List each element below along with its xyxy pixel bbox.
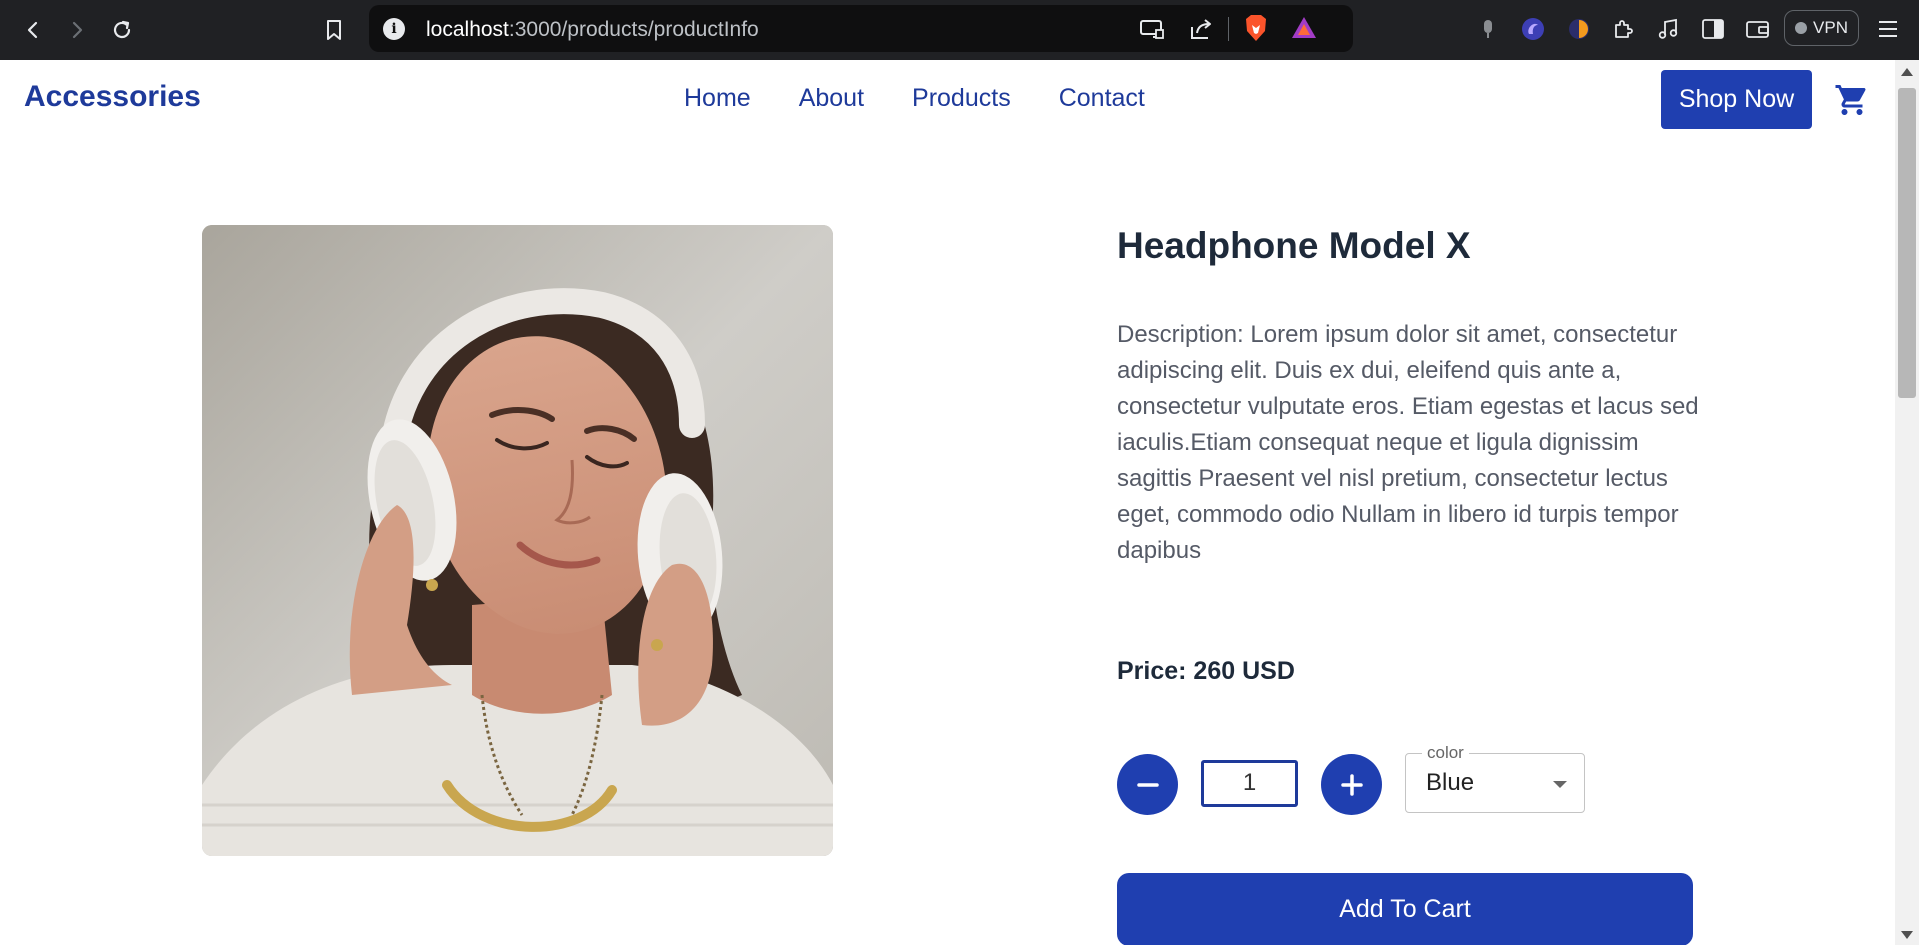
microphone-icon <box>1484 20 1492 38</box>
url-path: :3000/products/productInfo <box>508 18 759 41</box>
cart-button[interactable] <box>1834 82 1870 118</box>
vpn-label: VPN <box>1813 18 1848 37</box>
extensions-button[interactable] <box>1608 14 1638 44</box>
color-select-value: Blue <box>1426 769 1475 796</box>
media-button[interactable] <box>1653 14 1683 44</box>
shopping-cart-icon <box>1835 85 1866 115</box>
scroll-up-arrow-icon[interactable] <box>1901 68 1913 76</box>
url-host: localhost <box>426 18 509 41</box>
product-description: Description: Lorem ipsum dolor sit amet,… <box>1117 321 1699 564</box>
browser-menu-button[interactable] <box>1873 14 1903 44</box>
nav-about[interactable]: About <box>799 84 864 113</box>
hamburger-menu-icon <box>1879 21 1897 37</box>
back-arrow-icon <box>27 21 38 39</box>
plus-icon <box>1340 773 1363 796</box>
brave-shields-button[interactable] <box>1241 13 1271 43</box>
purple-orb-icon <box>1522 18 1544 40</box>
site-brand[interactable]: Accessories <box>24 80 201 114</box>
url-text[interactable]: localhost:3000/products/productInfo <box>426 18 759 42</box>
cast-icon <box>1140 20 1164 39</box>
quantity-input[interactable]: 1 <box>1201 760 1298 807</box>
decrease-quantity-button[interactable] <box>1117 754 1178 815</box>
wallet-button[interactable] <box>1743 14 1773 44</box>
wallet-icon <box>1746 21 1769 38</box>
cast-button[interactable] <box>1137 14 1167 44</box>
product-image <box>202 225 833 856</box>
product-title: Headphone Model X <box>1117 225 1471 266</box>
browser-toolbar: i localhost:3000/products/productInfo VP… <box>0 0 1919 60</box>
urlbar-divider <box>1228 17 1229 41</box>
dropdown-arrow-icon <box>1553 781 1567 788</box>
share-button[interactable] <box>1186 14 1216 44</box>
reload-button[interactable] <box>104 12 140 48</box>
sidebar-toggle-button[interactable] <box>1698 14 1728 44</box>
extension-purple-button[interactable] <box>1518 14 1548 44</box>
site-info-icon[interactable]: i <box>383 18 405 40</box>
share-icon <box>1191 19 1211 39</box>
music-note-icon <box>1658 18 1678 39</box>
orange-orb-icon <box>1569 19 1589 39</box>
forward-arrow-icon <box>72 21 83 39</box>
extension-orange-button[interactable] <box>1564 14 1594 44</box>
vpn-status-icon <box>1795 22 1808 34</box>
scrollbar-thumb[interactable] <box>1898 88 1916 398</box>
address-bar[interactable]: i localhost:3000/products/productInfo <box>369 5 1353 52</box>
bookmark-button[interactable] <box>316 12 352 48</box>
main-nav: Home About Products Contact <box>684 84 1145 113</box>
brave-rewards-button[interactable] <box>1289 13 1319 43</box>
reload-icon <box>113 20 131 39</box>
web-page: Accessories Home About Products Contact … <box>0 60 1895 945</box>
back-button[interactable] <box>15 12 51 48</box>
puzzle-icon <box>1615 20 1633 38</box>
add-to-cart-button[interactable]: Add To Cart <box>1117 873 1693 945</box>
scroll-down-arrow-icon[interactable] <box>1901 931 1913 939</box>
minus-icon <box>1136 782 1159 787</box>
nav-home[interactable]: Home <box>684 84 751 113</box>
color-select[interactable]: color Blue <box>1405 743 1585 813</box>
headphones-model-photo <box>202 225 833 856</box>
extension-mic-button[interactable] <box>1473 14 1503 44</box>
page-scrollbar[interactable] <box>1895 60 1919 945</box>
color-select-label: color <box>1422 743 1469 763</box>
product-price: Price: 260 USD <box>1117 657 1295 685</box>
nav-products[interactable]: Products <box>912 84 1011 113</box>
sidebar-icon <box>1702 19 1724 39</box>
forward-button[interactable] <box>59 12 95 48</box>
increase-quantity-button[interactable] <box>1321 754 1382 815</box>
brave-lion-icon <box>1246 15 1266 41</box>
rewards-triangle-icon <box>1292 17 1316 38</box>
nav-contact[interactable]: Contact <box>1059 84 1145 113</box>
shop-now-button[interactable]: Shop Now <box>1661 70 1812 129</box>
bookmark-icon <box>327 20 341 40</box>
vpn-button[interactable]: VPN <box>1784 10 1859 46</box>
